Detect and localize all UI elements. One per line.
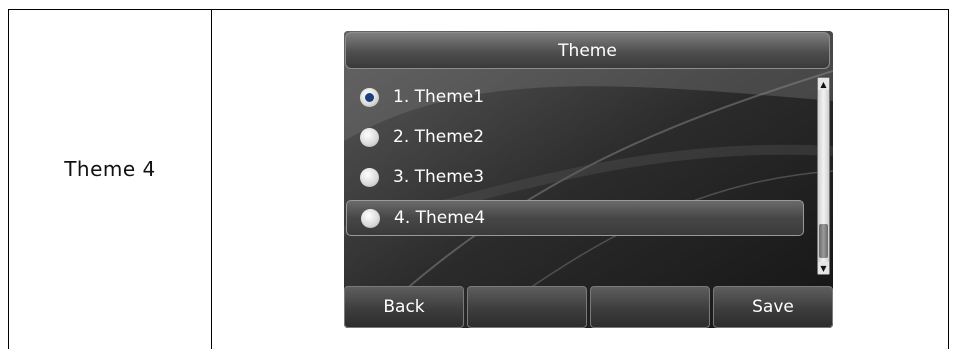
theme-option-3[interactable]: 3. Theme3	[346, 159, 804, 195]
scroll-thumb[interactable]	[819, 224, 828, 258]
theme-option-label: 2. Theme2	[393, 127, 485, 147]
theme-option-2[interactable]: 2. Theme2	[346, 119, 804, 155]
back-button[interactable]: Back	[344, 286, 464, 328]
scroll-down-icon[interactable]: ▼	[818, 262, 829, 274]
theme-option-4[interactable]: 4. Theme4	[346, 200, 804, 236]
theme-option-label: 1. Theme1	[393, 87, 485, 107]
theme-option-1[interactable]: 1. Theme1	[346, 79, 804, 115]
save-button[interactable]: Save	[713, 286, 833, 328]
scrollbar[interactable]: ▲ ▼	[817, 77, 830, 275]
softkey-2-button[interactable]	[467, 286, 587, 328]
radio-unchecked-icon[interactable]	[360, 167, 379, 187]
phone-screen: Theme 1. Theme1 2. Theme2 3. Theme3 4. T…	[344, 31, 833, 328]
radio-checked-icon[interactable]	[360, 87, 379, 107]
radio-unchecked-icon[interactable]	[360, 127, 379, 147]
radio-unchecked-icon[interactable]	[361, 208, 380, 228]
theme-option-label: 3. Theme3	[393, 167, 485, 187]
screen-title: Theme	[345, 32, 830, 69]
theme-caption: Theme 4	[64, 157, 156, 181]
softkey-bar: Back Save	[344, 286, 833, 328]
theme-option-label: 4. Theme4	[394, 208, 486, 228]
table-cell-divider	[211, 9, 212, 349]
scroll-up-icon[interactable]: ▲	[818, 78, 829, 90]
softkey-3-button[interactable]	[590, 286, 710, 328]
